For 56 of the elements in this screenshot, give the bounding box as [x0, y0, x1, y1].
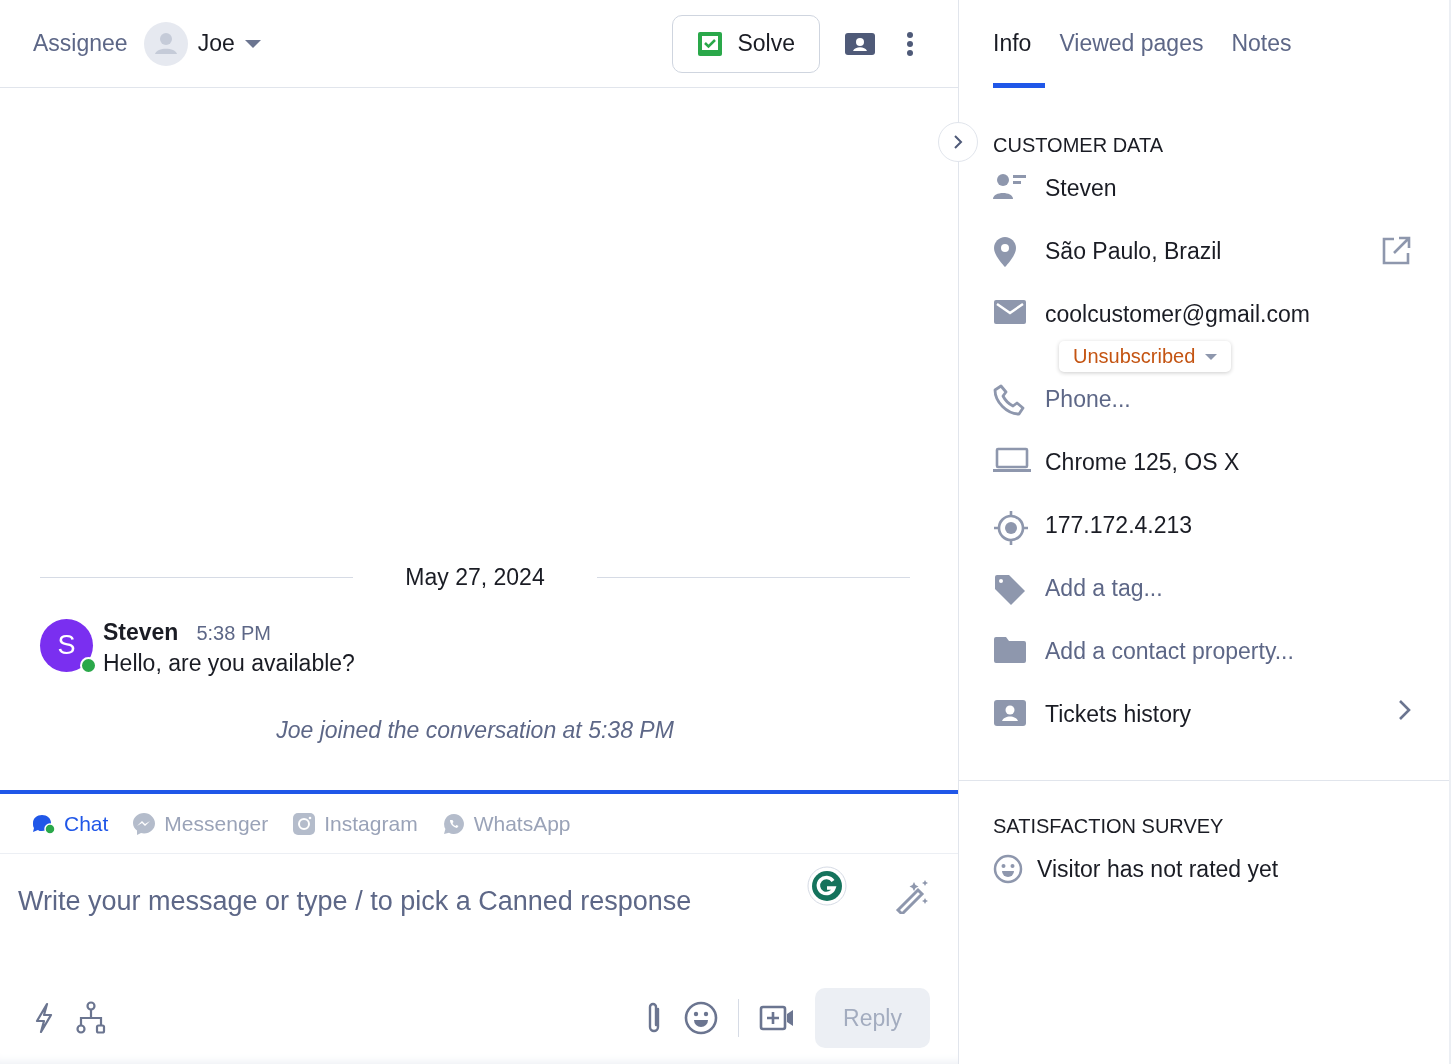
- survey-status: Visitor has not rated yet: [1037, 855, 1279, 884]
- field-value: Chrome 125, OS X: [1045, 448, 1240, 477]
- field-value: São Paulo, Brazil: [1045, 237, 1222, 266]
- target-icon: [993, 510, 1029, 546]
- folder-icon: [993, 636, 1027, 664]
- caret-icon: [244, 38, 261, 49]
- more-options-icon[interactable]: [906, 30, 914, 57]
- laptop-icon: [993, 447, 1031, 473]
- tag-icon: [993, 573, 1027, 607]
- message-text: Hello, are you available?: [103, 650, 355, 677]
- field-placeholder[interactable]: Phone...: [1045, 382, 1131, 416]
- message-author: Steven: [103, 619, 179, 646]
- contact-card-icon[interactable]: [844, 30, 876, 57]
- field-value: Steven: [1045, 174, 1117, 203]
- emoji-icon[interactable]: [684, 1001, 718, 1035]
- contact-card-icon: [993, 699, 1027, 727]
- message-time: 5:38 PM: [196, 622, 271, 645]
- field-placeholder[interactable]: Add a tag...: [1045, 571, 1163, 605]
- section-title: SATISFACTION SURVEY: [993, 815, 1225, 838]
- video-call-icon[interactable]: [759, 1004, 795, 1032]
- chevron-right-icon: [953, 135, 963, 149]
- magic-wand-icon[interactable]: [894, 878, 930, 914]
- external-link-icon[interactable]: [1381, 236, 1411, 266]
- panel-tab[interactable]: Viewed pages: [1045, 0, 1218, 88]
- collapse-panel-button[interactable]: [938, 122, 978, 162]
- field-value: coolcustomer@gmail.com: [1045, 300, 1310, 329]
- section-title: CUSTOMER DATA: [993, 134, 1164, 157]
- whatsapp-icon: [441, 811, 466, 836]
- hierarchy-icon[interactable]: [74, 1001, 108, 1035]
- map-pin-icon: [993, 236, 1017, 268]
- subscription-dropdown[interactable]: Unsubscribed: [1059, 341, 1232, 372]
- caret-icon: [1205, 352, 1218, 361]
- assignee-dropdown[interactable]: Joe: [143, 21, 261, 66]
- assignee-label: Assignee: [33, 30, 128, 57]
- field-placeholder[interactable]: Add a contact property...: [1045, 634, 1294, 668]
- instagram-icon: [292, 811, 317, 836]
- lightning-icon[interactable]: [34, 1002, 54, 1034]
- grammar-assistant-icon[interactable]: [806, 866, 848, 908]
- user-avatar: S: [40, 619, 93, 672]
- smiley-icon: [993, 854, 1023, 884]
- date-separator: May 27, 2024: [405, 564, 545, 591]
- solve-button[interactable]: Solve: [672, 14, 820, 73]
- phone-icon: [993, 384, 1025, 416]
- channel-tab[interactable]: Chat: [30, 811, 109, 836]
- system-event: Joe joined the conversation at 5:38 PM: [275, 717, 675, 744]
- messenger-icon: [132, 811, 157, 836]
- chat-bubble-icon: [30, 812, 56, 835]
- panel-tab[interactable]: Notes: [1217, 0, 1306, 88]
- field-value: 177.172.4.213: [1045, 511, 1193, 540]
- envelope-icon: [993, 299, 1027, 325]
- checkbox-icon: [697, 30, 724, 57]
- person-icon: [993, 173, 1027, 199]
- chevron-right-icon[interactable]: [1397, 699, 1411, 721]
- panel-tab[interactable]: Info: [993, 0, 1046, 88]
- field-value: Tickets history: [1045, 700, 1192, 729]
- avatar-placeholder-icon: [143, 21, 188, 66]
